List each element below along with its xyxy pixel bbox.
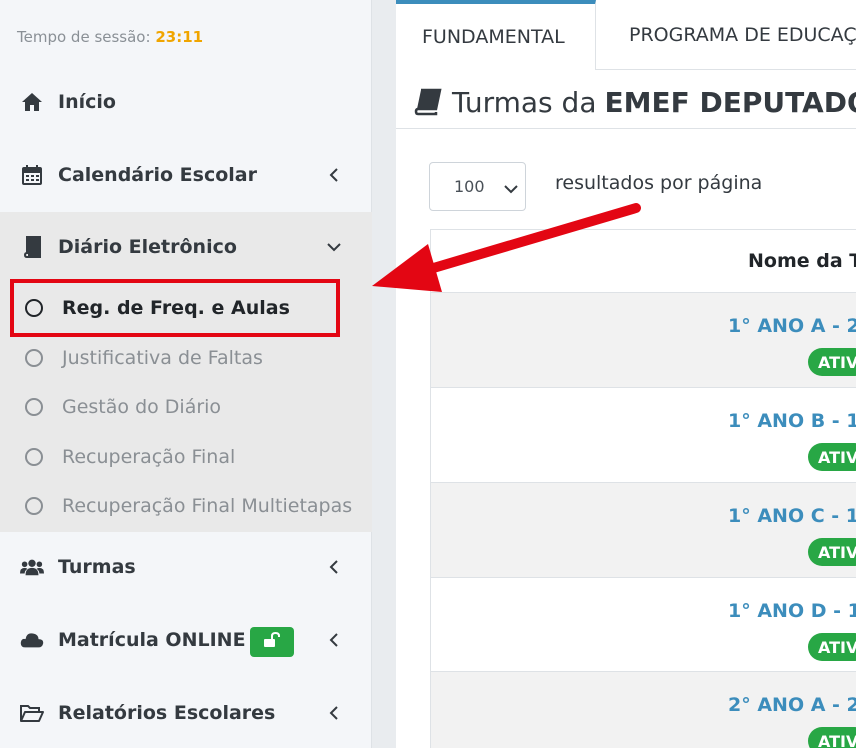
circle-icon [25,398,43,416]
tab-fundamental[interactable]: FUNDAMENTAL [396,0,596,70]
column-header-nome: Nome da Tu [748,250,856,272]
status-badge: ATIV [808,443,856,471]
status-badge: ATIV [808,538,856,566]
submenu-item-label: Recuperação Final Multietapas [62,495,353,517]
turma-link[interactable]: 1° ANO D - 15 [728,600,856,622]
title-school-name: EMEF DEPUTADO [604,85,856,119]
table-row: 1° ANO A - 21 ATIV [431,292,856,387]
sidebar-item-label: Início [58,91,116,113]
session-time: 23:11 [155,28,204,46]
status-badge: ATIV [808,727,856,748]
tab-bar: FUNDAMENTAL PROGRAMA DE EDUCAÇ [396,0,856,70]
app-root: Tempo de sessão: 23:11 Início Calendário [0,0,856,748]
chevron-left-icon [326,705,342,721]
circle-icon [25,448,43,466]
highlight-box [10,279,340,337]
session-label: Tempo de sessão: [17,28,151,46]
sidebar-item-calendario[interactable]: Calendário Escolar [0,151,372,199]
submenu-item-label: Recuperação Final [62,446,236,468]
table-row: 1° ANO B - 19 ATIV [431,387,856,482]
submenu-item-recuperacao[interactable]: Recuperação Final [0,437,372,477]
submenu-item-gestao[interactable]: Gestão do Diário [0,387,372,427]
folder-open-icon [20,701,44,725]
turma-link[interactable]: 1° ANO B - 19 [728,410,856,432]
sidebar: Tempo de sessão: 23:11 Início Calendário [0,0,372,748]
sidebar-item-relatorios[interactable]: Relatórios Escolares [0,689,372,737]
table-row: 2° ANO A - 20 ATIV [431,671,856,748]
table-row: 1° ANO C - 15 ATIV [431,482,856,577]
per-page-select[interactable]: 100 [429,162,526,211]
sidebar-item-diario[interactable]: Diário Eletrônico [0,223,372,271]
main-content: FUNDAMENTAL PROGRAMA DE EDUCAÇ Turmas da… [372,0,856,748]
sidebar-item-label: Relatórios Escolares [58,702,276,724]
status-badge: ATIV [808,348,856,376]
per-page-value: 100 [454,177,485,196]
submenu-item-label: Gestão do Diário [62,396,222,418]
sidebar-item-label: Diário Eletrônico [58,236,237,258]
session-timer: Tempo de sessão: 23:11 [17,28,203,46]
title-prefix: Turmas da [452,85,597,119]
unlock-badge [250,627,294,657]
calendar-icon [20,163,44,187]
table-row: 1° ANO D - 15 ATIV [431,577,856,672]
users-icon [20,555,44,579]
chevron-left-icon [326,632,342,648]
sidebar-item-matricula[interactable]: Matrícula ONLINE [0,616,372,664]
circle-icon [25,349,43,367]
chevron-left-icon [326,559,342,575]
book-icon [20,235,44,259]
submenu-item-justificativa[interactable]: Justificativa de Faltas [0,338,372,378]
page-title: Turmas da EMEF DEPUTADO [414,82,856,122]
circle-icon [25,497,43,515]
submenu-item-recuperacao-multietapas[interactable]: Recuperação Final Multietapas [0,486,372,526]
chevron-down-icon [326,239,342,255]
chevron-down-icon [504,179,518,198]
per-page-label: resultados por página [555,172,763,194]
tab-programa-educacao[interactable]: PROGRAMA DE EDUCAÇ [629,0,856,70]
sidebar-item-inicio[interactable]: Início [0,78,372,126]
unlock-icon [263,631,281,652]
sidebar-item-turmas[interactable]: Turmas [0,543,372,591]
sidebar-item-label: Calendário Escolar [58,164,257,186]
book-icon [414,88,442,116]
sidebar-item-label: Matrícula ONLINE [58,629,246,651]
divider [396,128,856,129]
turma-link[interactable]: 1° ANO C - 15 [728,505,856,527]
sidebar-item-label: Turmas [58,556,136,578]
turma-link[interactable]: 1° ANO A - 21 [728,315,856,337]
table-header[interactable]: Nome da Tu [431,230,856,292]
home-icon [20,90,44,114]
status-badge: ATIV [808,633,856,661]
submenu-item-label: Justificativa de Faltas [62,347,263,369]
chevron-left-icon [326,167,342,183]
cloud-icon [20,628,44,652]
turmas-table: Nome da Tu 1° ANO A - 21 ATIV 1° ANO B -… [430,229,856,748]
turma-link[interactable]: 2° ANO A - 20 [728,694,856,716]
content-card: FUNDAMENTAL PROGRAMA DE EDUCAÇ Turmas da… [396,0,856,748]
